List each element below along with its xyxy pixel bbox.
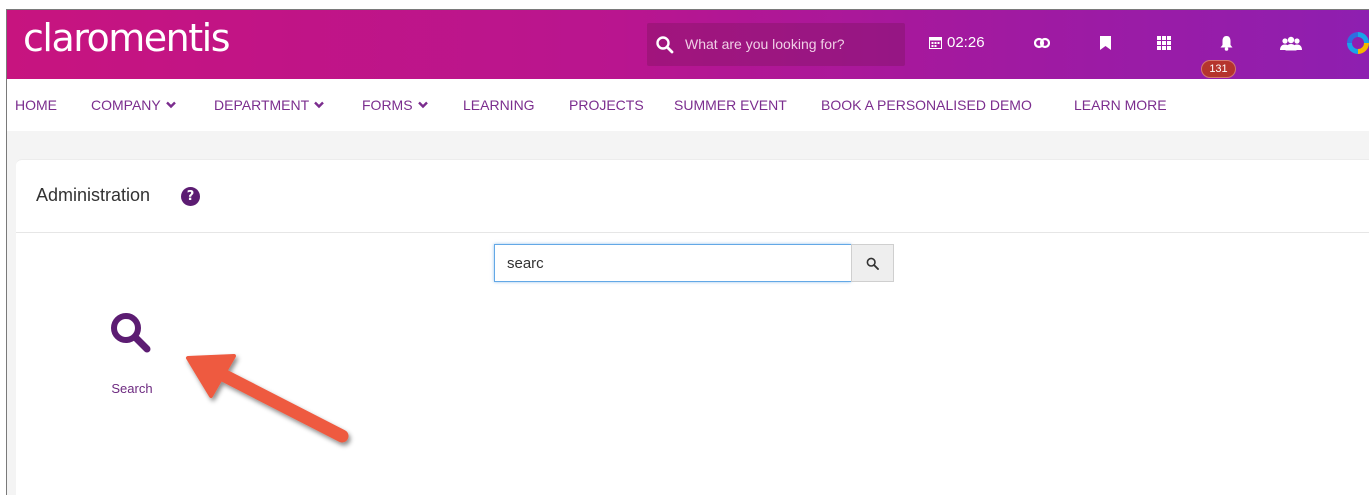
search-icon bbox=[111, 313, 151, 353]
panel-header: Administration ? bbox=[16, 160, 1369, 233]
nav-item-label: DEPARTMENT bbox=[214, 97, 310, 113]
chevron-down-icon bbox=[417, 101, 428, 109]
search-tile-label: Search bbox=[111, 381, 153, 396]
calendar-icon bbox=[929, 37, 942, 49]
clock-time: 02:26 bbox=[947, 34, 985, 51]
link-icon[interactable] bbox=[1032, 33, 1052, 53]
nav-item-label: HOME bbox=[15, 97, 57, 113]
nav-item-department[interactable]: DEPARTMENT bbox=[214, 97, 325, 113]
nav-item-summer-event[interactable]: SUMMER EVENT bbox=[674, 97, 787, 113]
global-search[interactable] bbox=[647, 23, 905, 66]
chrome-icon[interactable] bbox=[1347, 32, 1369, 54]
admin-search bbox=[494, 244, 894, 282]
nav-item-book-demo[interactable]: BOOK A PERSONALISED DEMO bbox=[821, 97, 1032, 113]
admin-search-button[interactable] bbox=[851, 244, 894, 282]
nav-item-label: COMPANY bbox=[91, 97, 161, 113]
main-nav: HOME COMPANY DEPARTMENT FORMS LEARNING P… bbox=[7, 79, 1369, 131]
search-tile[interactable]: Search bbox=[100, 310, 164, 405]
nav-item-label: SUMMER EVENT bbox=[674, 97, 787, 113]
nav-item-learn-more[interactable]: LEARN MORE bbox=[1074, 97, 1167, 113]
app-window: claromentis 02:26 bbox=[0, 0, 1369, 495]
nav-item-label: LEARN MORE bbox=[1074, 97, 1167, 113]
chevron-down-icon bbox=[314, 101, 325, 109]
global-search-input[interactable] bbox=[685, 32, 895, 56]
nav-item-company[interactable]: COMPANY bbox=[91, 97, 176, 113]
bookmark-icon[interactable] bbox=[1095, 33, 1115, 53]
help-icon[interactable]: ? bbox=[181, 187, 200, 206]
clock[interactable]: 02:26 bbox=[929, 34, 985, 51]
nav-item-learning[interactable]: LEARNING bbox=[463, 97, 535, 113]
notification-badge[interactable]: 131 bbox=[1201, 60, 1236, 78]
search-icon[interactable] bbox=[655, 35, 675, 55]
top-bar: claromentis 02:26 bbox=[7, 10, 1369, 79]
administration-panel: Administration ? Search bbox=[16, 159, 1369, 495]
nav-item-label: PROJECTS bbox=[569, 97, 644, 113]
logo[interactable]: claromentis bbox=[23, 16, 231, 60]
page-title: Administration bbox=[36, 185, 151, 205]
admin-search-input[interactable] bbox=[494, 244, 851, 282]
people-icon[interactable] bbox=[1279, 33, 1303, 53]
nav-item-forms[interactable]: FORMS bbox=[362, 97, 428, 113]
nav-item-label: LEARNING bbox=[463, 97, 535, 113]
search-icon bbox=[866, 257, 879, 270]
nav-item-home[interactable]: HOME bbox=[15, 97, 57, 113]
bell-icon[interactable] bbox=[1216, 33, 1236, 53]
nav-item-projects[interactable]: PROJECTS bbox=[569, 97, 644, 113]
nav-item-label: FORMS bbox=[362, 97, 413, 113]
apps-grid-icon[interactable] bbox=[1154, 33, 1174, 53]
chevron-down-icon bbox=[165, 101, 176, 109]
nav-item-label: BOOK A PERSONALISED DEMO bbox=[821, 97, 1032, 113]
